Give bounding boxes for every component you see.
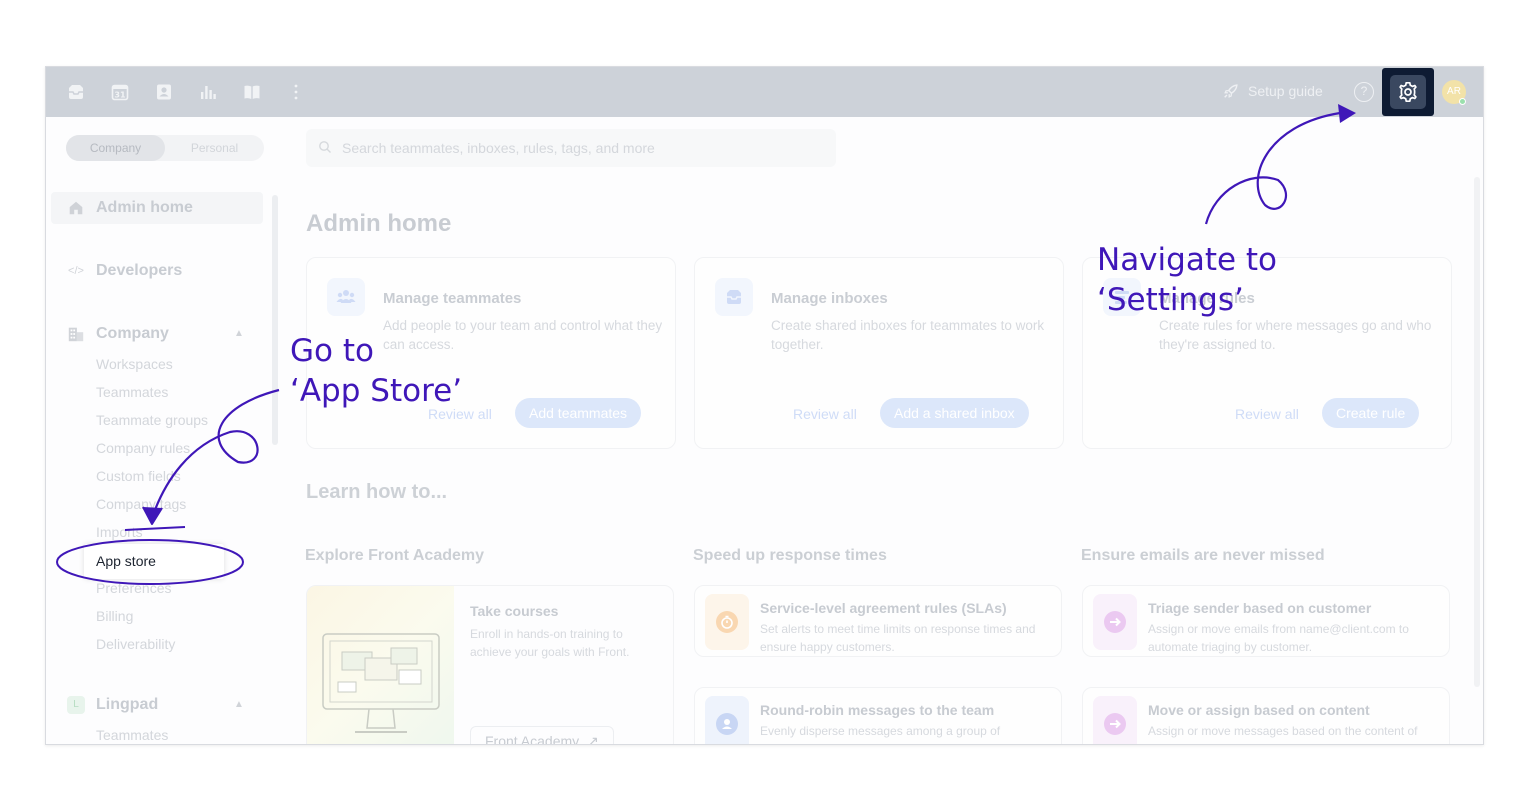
tip-title: Move or assign based on content [1148,702,1370,718]
sidebar-item-custom-fields[interactable]: Custom fields [96,468,181,484]
card-manage-inboxes: Manage inboxes Create shared inboxes for… [694,257,1064,449]
create-rule-button[interactable]: Create rule [1322,398,1420,428]
workspace-badge: L [66,695,86,715]
appstore-annotation-line1: Go to [290,333,374,369]
sidebar-section-lingpad[interactable]: Lingpad [96,696,158,714]
chevron-up-icon[interactable]: ▲ [234,699,244,710]
tip-card-sla[interactable]: Service-level agreement rules (SLAs) Set… [694,585,1062,657]
timer-icon [705,594,749,650]
sidebar-item-company-rules[interactable]: Company rules [96,440,190,456]
sidebar-item-deliverability[interactable]: Deliverability [96,636,175,652]
chevron-up-icon[interactable]: ▲ [234,328,244,339]
tip-title: Service-level agreement rules (SLAs) [760,600,1007,616]
search-icon [319,141,331,153]
card-description: Create shared inboxes for teammates to w… [771,318,1045,352]
book-icon[interactable] [241,81,263,103]
people-icon [327,278,365,316]
arrow-right-icon [1093,696,1137,744]
appstore-annotation-line2: ‘App Store’ [290,373,463,409]
card-title: Manage inboxes [771,290,888,307]
scope-toggle: Company Personal [66,135,264,161]
sidebar-item-company-tags[interactable]: Company tags [96,496,186,512]
tab-personal[interactable]: Personal [165,135,264,161]
front-academy-label: Front Academy [485,733,580,745]
admin-sidebar: Company Personal Admin home </> Develope… [46,117,278,744]
top-bar: 31 Setup guide ? AR [46,67,1483,117]
front-academy-card[interactable]: Take courses Enroll in hands-on training… [306,585,674,745]
tip-title: Triage sender based on customer [1148,600,1372,616]
inbox-icon [715,278,753,316]
home-icon [66,198,86,218]
arrow-right-icon [1093,594,1137,650]
column-title: Explore Front Academy [305,547,485,564]
card-description: Create rules for where messages go and w… [1159,318,1432,352]
sidebar-scrollbar[interactable] [272,195,278,445]
tip-description: Assign or move emails from name@client.c… [1148,622,1409,654]
building-icon [66,324,86,344]
settings-annotation-line2: ‘Settings’ [1097,282,1244,318]
sidebar-item-workspaces[interactable]: Workspaces [96,356,173,372]
inbox-icon[interactable] [65,81,87,103]
tip-card-triage[interactable]: Triage sender based on customer Assign o… [1082,585,1450,657]
tip-card-content[interactable]: Move or assign based on content Assign o… [1082,687,1450,744]
tip-title: Round-robin messages to the team [760,702,995,718]
sidebar-label-admin-home: Admin home [96,199,193,216]
contacts-icon[interactable] [153,81,175,103]
learn-heading: Learn how to... [306,481,448,503]
tip-card-round-robin[interactable]: Round-robin messages to the team Evenly … [694,687,1062,744]
setup-guide-button[interactable]: Setup guide [1222,82,1323,100]
academy-illustration [307,586,454,744]
academy-title: Take courses [470,603,559,619]
sidebar-item-imports[interactable]: Imports [96,524,143,540]
card-title: Manage teammates [383,290,522,307]
tip-description: Set alerts to meet time limits on respon… [760,622,1036,654]
more-icon[interactable] [285,81,307,103]
sidebar-item-teammates[interactable]: Teammates [96,384,168,400]
column-title: Speed up response times [693,547,887,564]
sidebar-section-company[interactable]: Company [96,325,169,343]
card-description: Add people to your team and control what… [383,318,663,352]
online-status-dot [1459,98,1466,105]
search-placeholder: Search teammates, inboxes, rules, tags, … [342,140,655,156]
external-link-icon: ↗ [587,733,599,745]
rocket-icon [1224,84,1238,98]
settings-annotation-line1: Navigate to [1097,242,1278,278]
app-window: 31 Setup guide ? AR Company Personal Adm… [45,66,1484,745]
sidebar-item-preferences[interactable]: Preferences [96,580,171,596]
page-title: Admin home [306,210,452,237]
review-all-link[interactable]: Review all [1235,406,1299,422]
sidebar-item-lingpad-teammates[interactable]: Teammates [96,727,168,743]
sidebar-item-teammate-groups[interactable]: Teammate groups [96,412,208,428]
setup-guide-label: Setup guide [1248,83,1323,99]
add-teammates-button[interactable]: Add teammates [515,398,642,428]
sidebar-item-developers[interactable]: Developers [96,262,182,280]
settings-button[interactable] [1382,68,1434,116]
analytics-icon[interactable] [197,81,219,103]
tip-description: Evenly disperse messages among a group o… [760,724,1001,738]
review-all-link[interactable]: Review all [793,406,857,422]
main-scrollbar[interactable] [1474,177,1480,687]
user-sync-icon [705,696,749,744]
calendar-day: 31 [114,91,126,100]
gear-icon [1399,81,1417,103]
calendar-icon[interactable]: 31 [109,81,131,103]
tip-description: Assign or move messages based on the con… [1148,724,1418,738]
add-shared-inbox-button[interactable]: Add a shared inbox [880,398,1029,428]
sidebar-label-app-store: App store [96,553,156,569]
column-title: Ensure emails are never missed [1081,547,1325,564]
front-academy-button[interactable]: Front Academy ↗ [470,726,614,745]
help-icon[interactable]: ? [1354,82,1374,102]
sidebar-item-billing[interactable]: Billing [96,608,133,624]
tab-company[interactable]: Company [66,135,165,161]
academy-description: Enroll in hands-on training to achieve y… [470,627,630,659]
workspace-initial: L [67,696,85,714]
code-icon: </> [68,265,84,277]
